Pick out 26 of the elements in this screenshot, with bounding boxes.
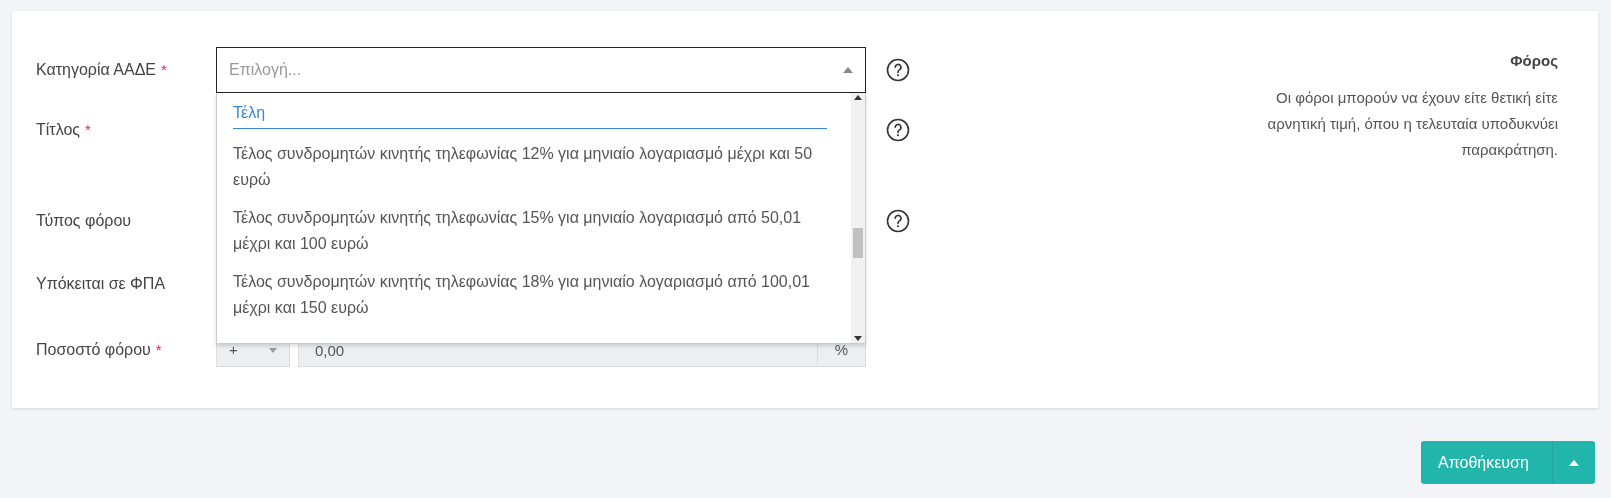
required-asterisk: * [161, 59, 167, 80]
scroll-down-icon[interactable] [854, 336, 862, 341]
dropdown-option[interactable]: Τέλος συνδρομητών κινητής τηλεφωνίας 18% για μηνιαίο λογαριασμό από 100,01 μέχρι και 150 ευρώ [233, 269, 839, 321]
help-icon[interactable] [886, 58, 910, 82]
info-text: Οι φόροι μπορούν να έχουν είτε θετική είτε αρνητική τιμή, όπου η τελευταία υποδυκνύει παρακράτηση. [1266, 87, 1558, 160]
option-group-header: Τέλη [233, 101, 827, 129]
required-asterisk: * [155, 339, 162, 360]
field-label: Ποσοστό φόρου [36, 340, 151, 360]
select-field[interactable]: Επιλογή... [216, 47, 866, 93]
field-label: Τύπος φόρου [36, 211, 132, 231]
required-asterisk: * [85, 119, 91, 140]
select-input[interactable]: Επιλογή... [229, 58, 843, 82]
field-label: Κατηγορία ΑΑΔΕ [36, 60, 156, 80]
caret-down-icon [269, 347, 277, 353]
dropdown-option[interactable]: Τέλος συνδρομητών κινητής τηλεφωνίας 12% για μηνιαίο λογαριασμό μέχρι και 50 ευρώ [233, 141, 839, 193]
scrollbar[interactable] [851, 93, 865, 343]
info-title: Φόρος [1510, 51, 1558, 71]
dropdown-option[interactable]: Τέλος συνδρομητών κινητής τηλεφωνίας 15% για μηνιαίο λογαριασμό από 50,01 μέχρι και 100 ευρώ [233, 205, 839, 257]
help-icon[interactable] [886, 209, 910, 233]
field-label: Υπόκειται σε ΦΠΑ [36, 274, 166, 294]
field-label: Τίτλος [36, 120, 80, 140]
help-icon[interactable] [886, 118, 910, 142]
scroll-up-icon[interactable] [854, 95, 862, 100]
caret-up-icon [843, 67, 853, 73]
scrollbar-thumb[interactable] [853, 228, 863, 258]
caret-up-icon [1569, 459, 1579, 466]
